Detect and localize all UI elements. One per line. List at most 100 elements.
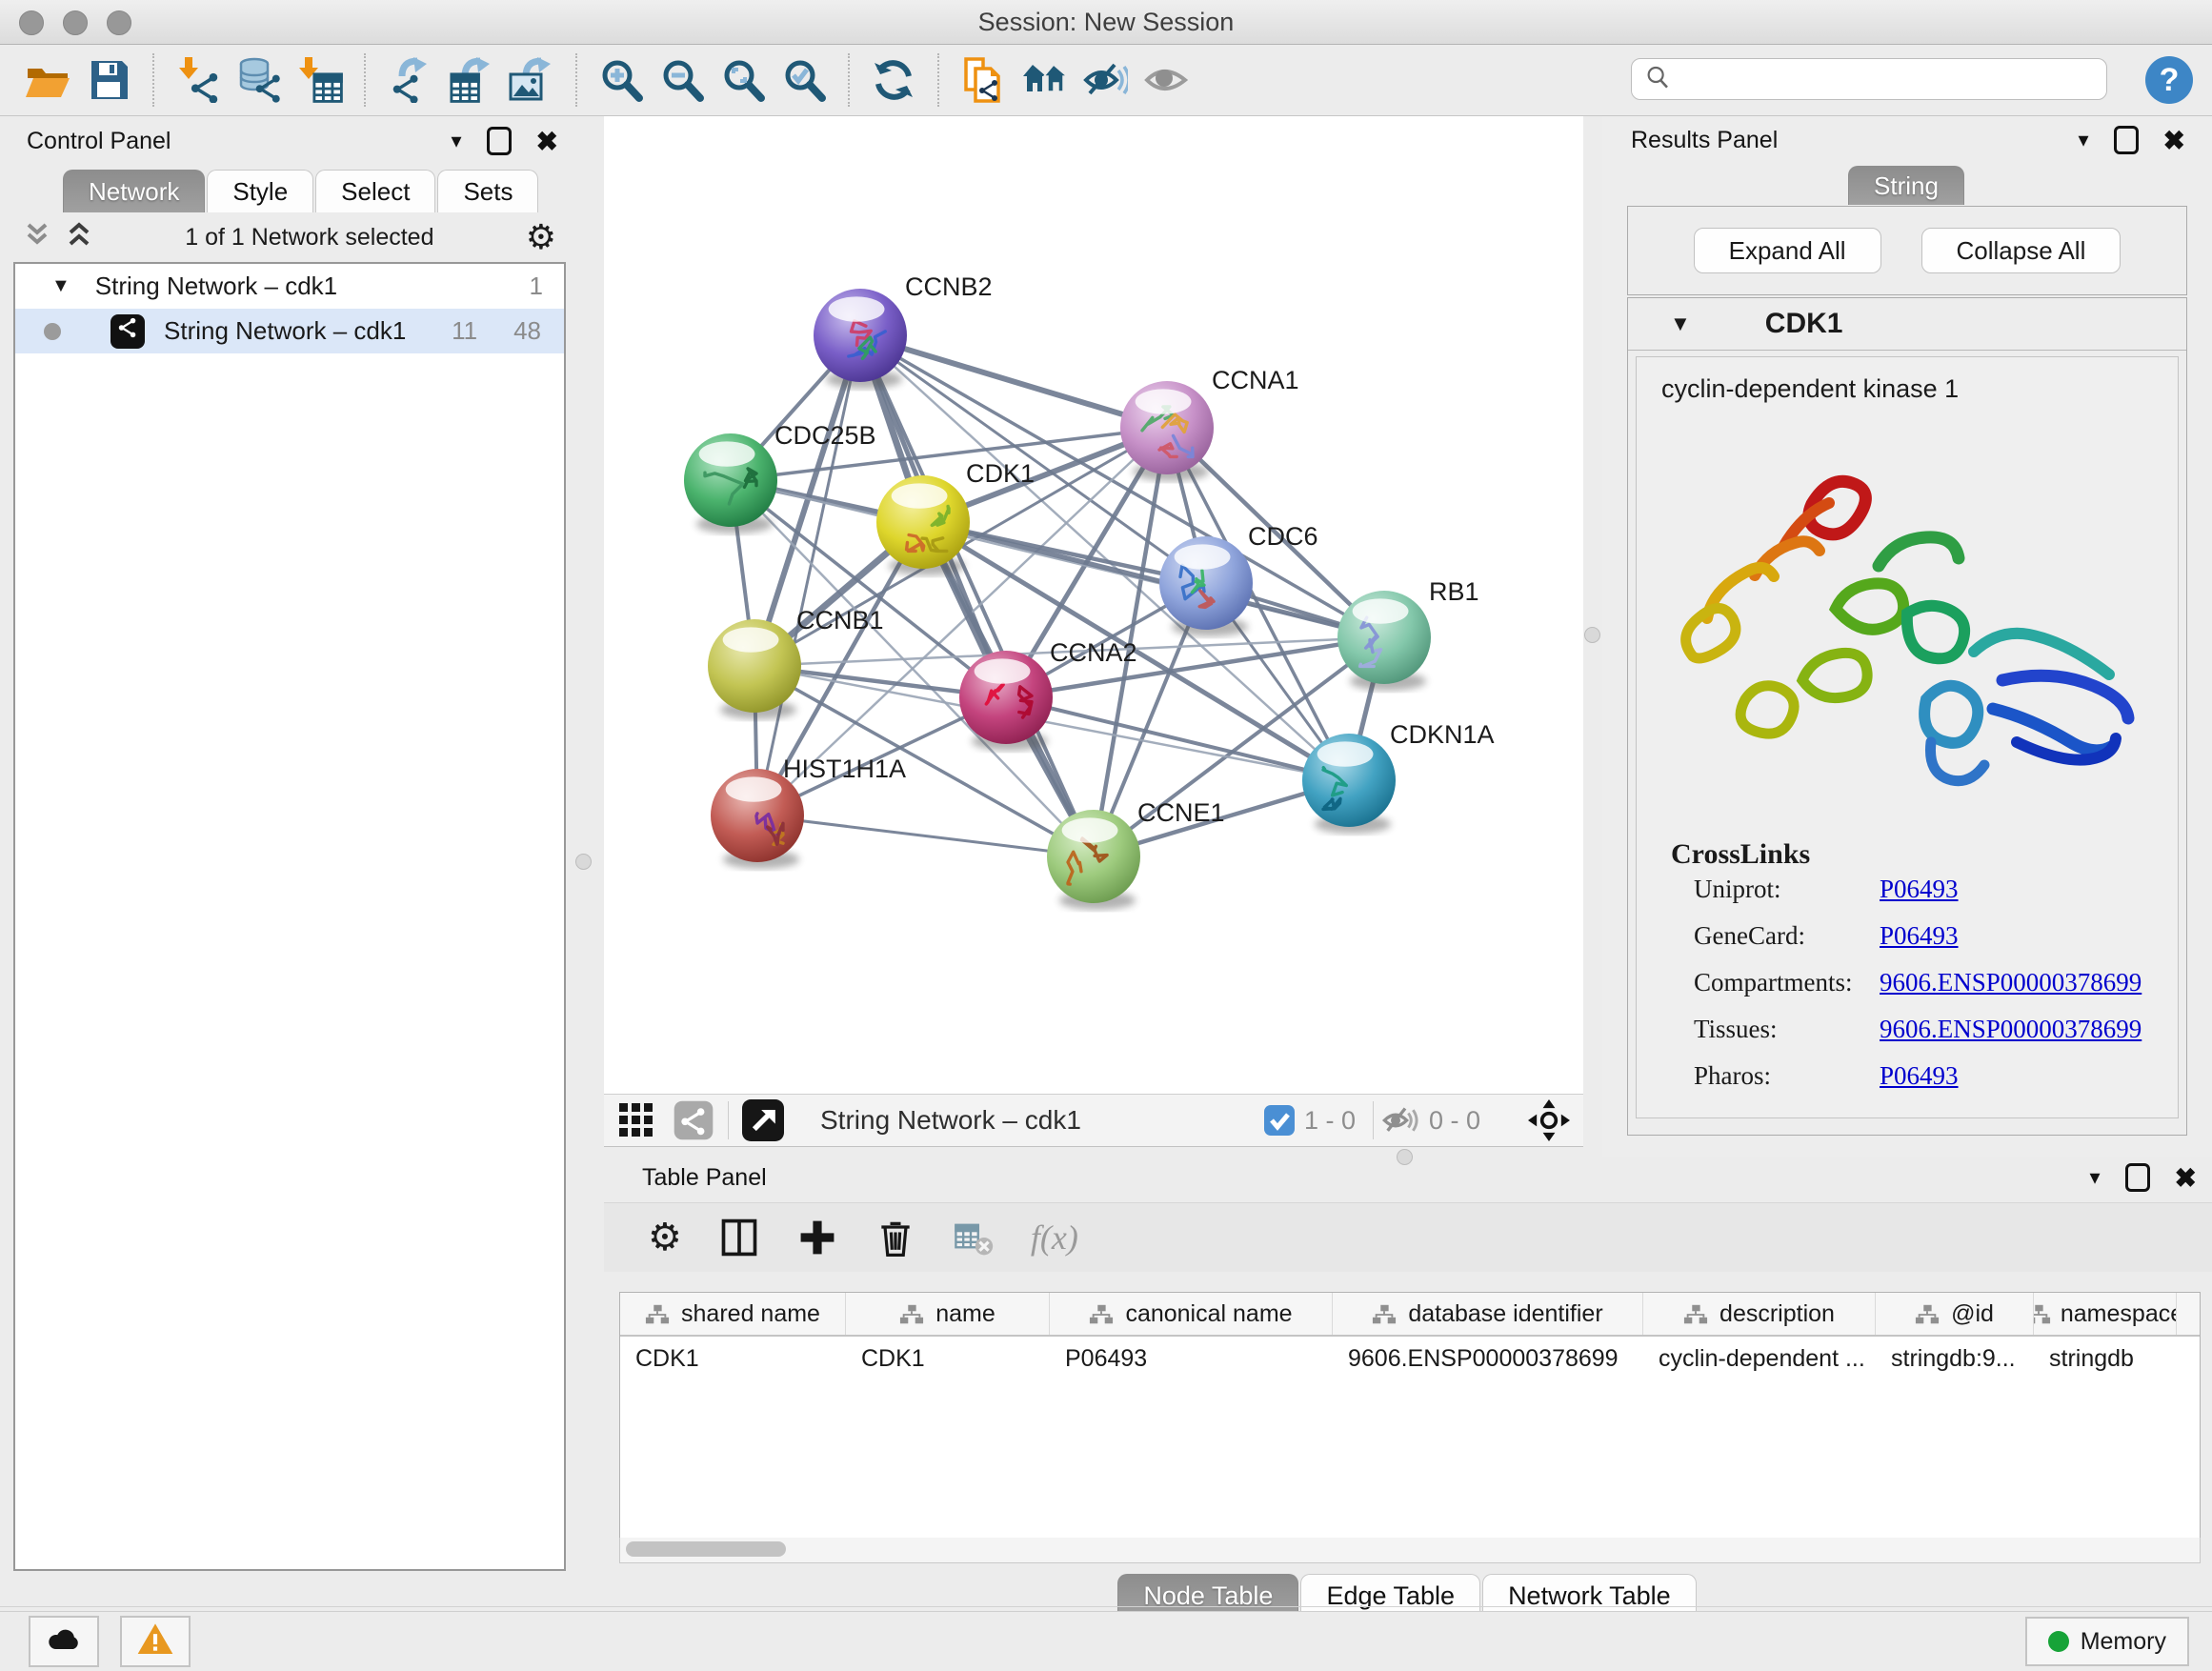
network-node-count: 11 bbox=[452, 316, 477, 346]
collapse-all-networks-icon[interactable] bbox=[65, 220, 93, 255]
table-panel-float-icon[interactable]: ▾ bbox=[2089, 1165, 2100, 1190]
table-panel-maximize-icon[interactable] bbox=[2125, 1163, 2150, 1192]
tab-string[interactable]: String bbox=[1848, 166, 1964, 205]
crosslink-link[interactable]: P06493 bbox=[1880, 921, 1959, 951]
control-panel-close-icon[interactable]: ✖ bbox=[536, 126, 558, 157]
results-panel-close-icon[interactable]: ✖ bbox=[2163, 125, 2185, 156]
import-network-database-button[interactable] bbox=[229, 50, 290, 111]
memory-button[interactable]: Memory bbox=[2025, 1617, 2189, 1666]
table-panel-close-icon[interactable]: ✖ bbox=[2175, 1162, 2197, 1194]
node-details-header[interactable]: ▼ CDK1 bbox=[1628, 298, 2186, 351]
column-header-canonical-name[interactable]: canonical name bbox=[1050, 1293, 1333, 1335]
table-cell[interactable]: stringdb:9... bbox=[1876, 1337, 2034, 1380]
crosslink-link[interactable]: 9606.ENSP00000378699 bbox=[1880, 1015, 2142, 1044]
search-box[interactable] bbox=[1631, 58, 2107, 100]
table-cell[interactable]: 9606.ENSP00000378699 bbox=[1333, 1337, 1643, 1380]
column-header-namespace[interactable]: namespace bbox=[2034, 1293, 2177, 1335]
control-panel-maximize-icon[interactable] bbox=[487, 127, 512, 155]
results-panel-float-icon[interactable]: ▾ bbox=[2078, 128, 2088, 152]
node-label-RB1: RB1 bbox=[1429, 577, 1479, 606]
search-input[interactable] bbox=[1679, 65, 2106, 94]
column-type-icon bbox=[1089, 1302, 1116, 1325]
table-cell[interactable]: stringdb bbox=[2034, 1337, 2177, 1380]
import-table-file-button[interactable] bbox=[290, 50, 351, 111]
detach-view-icon[interactable] bbox=[742, 1099, 784, 1141]
table-cell[interactable]: P06493 bbox=[1050, 1337, 1333, 1380]
selected-checkbox-icon[interactable] bbox=[1264, 1105, 1295, 1136]
control-panel-float-icon[interactable]: ▾ bbox=[451, 129, 461, 153]
crosslink-link[interactable]: P06493 bbox=[1880, 1061, 1959, 1091]
table-cell[interactable]: CDK1 bbox=[846, 1337, 1050, 1380]
table-options-gear-icon[interactable]: ⚙ bbox=[648, 1218, 682, 1257]
right-splitter-handle[interactable] bbox=[1584, 627, 1600, 643]
section-caret-icon[interactable]: ▼ bbox=[1670, 312, 1691, 336]
cloud-status-button[interactable] bbox=[29, 1616, 99, 1667]
network-graph[interactable]: CCNB2CCNA1CDC25BCDK1CDC6RB1CCNB1CCNA2CDK… bbox=[604, 116, 1583, 1094]
zoom-in-button[interactable] bbox=[591, 50, 652, 111]
main-toolbar: ? bbox=[0, 45, 2212, 116]
warnings-button[interactable] bbox=[120, 1616, 191, 1667]
table-cell[interactable]: cyclin-dependent ... bbox=[1643, 1337, 1876, 1380]
first-neighbors-button[interactable] bbox=[1014, 50, 1075, 111]
network-node-CCNB2[interactable] bbox=[814, 289, 907, 382]
collapse-all-button[interactable]: Collapse All bbox=[1921, 228, 2122, 273]
table-cell[interactable]: CDK1 bbox=[620, 1337, 846, 1380]
column-header-name[interactable]: name bbox=[846, 1293, 1050, 1335]
tab-select[interactable]: Select bbox=[315, 170, 435, 212]
show-all-button[interactable] bbox=[1136, 50, 1196, 111]
table-row[interactable]: CDK1CDK1P064939606.ENSP00000378699cyclin… bbox=[620, 1337, 2200, 1380]
export-image-button[interactable] bbox=[501, 50, 562, 111]
network-options-gear-icon[interactable]: ⚙ bbox=[526, 220, 556, 254]
network-node-CDC25B[interactable] bbox=[684, 433, 777, 527]
node-details-box: ▼ CDK1 cyclin-dependent kinase 1 bbox=[1627, 297, 2187, 1136]
network-node-CDC6[interactable] bbox=[1159, 536, 1253, 630]
export-table-button[interactable] bbox=[440, 50, 501, 111]
birds-eye-view-icon[interactable] bbox=[1528, 1099, 1570, 1141]
network-node-CCNA1[interactable] bbox=[1120, 381, 1214, 474]
open-session-button[interactable] bbox=[17, 50, 78, 111]
zoom-fit-button[interactable] bbox=[713, 50, 774, 111]
save-session-button[interactable] bbox=[78, 50, 139, 111]
crosslinks-title: CrossLinks bbox=[1671, 838, 2178, 871]
column-header--id[interactable]: @id bbox=[1876, 1293, 2034, 1335]
crosslink-link[interactable]: 9606.ENSP00000378699 bbox=[1880, 968, 2142, 997]
show-columns-icon[interactable] bbox=[718, 1217, 760, 1258]
zoom-out-button[interactable] bbox=[652, 50, 713, 111]
add-column-icon[interactable] bbox=[796, 1217, 838, 1258]
refresh-layout-button[interactable] bbox=[863, 50, 924, 111]
hide-selected-button[interactable] bbox=[1075, 50, 1136, 111]
network-node-CCNB1[interactable] bbox=[708, 619, 801, 713]
help-button[interactable]: ? bbox=[2145, 56, 2193, 104]
column-header-description[interactable]: description bbox=[1643, 1293, 1876, 1335]
control-panel-tabs: NetworkStyleSelectSets bbox=[13, 170, 566, 212]
column-header-shared-name[interactable]: shared name bbox=[620, 1293, 846, 1335]
duplicate-network-button[interactable] bbox=[953, 50, 1014, 111]
tab-network[interactable]: Network bbox=[63, 170, 205, 212]
network-node-CDK1[interactable] bbox=[876, 475, 970, 569]
network-share-icon[interactable] bbox=[673, 1099, 714, 1141]
scrollbar-thumb[interactable] bbox=[626, 1541, 786, 1557]
grid-view-icon[interactable] bbox=[617, 1101, 655, 1139]
tab-sets[interactable]: Sets bbox=[437, 170, 538, 212]
tree-caret-icon[interactable]: ▼ bbox=[51, 275, 70, 297]
network-node-CCNE1[interactable] bbox=[1047, 810, 1140, 903]
crosslink-link[interactable]: P06493 bbox=[1880, 875, 1959, 904]
tab-style[interactable]: Style bbox=[207, 170, 313, 212]
network-node-CCNA2[interactable] bbox=[959, 651, 1053, 744]
export-network-button[interactable] bbox=[379, 50, 440, 111]
expand-all-networks-icon[interactable] bbox=[23, 220, 51, 255]
column-header-database-identifier[interactable]: database identifier bbox=[1333, 1293, 1643, 1335]
left-splitter-handle[interactable] bbox=[575, 854, 592, 870]
network-collection-row[interactable]: ▼ String Network – cdk1 1 bbox=[15, 264, 564, 309]
hidden-eye-icon[interactable] bbox=[1381, 1101, 1419, 1139]
network-node-RB1[interactable] bbox=[1337, 591, 1431, 684]
delete-column-icon[interactable] bbox=[875, 1217, 916, 1258]
network-view[interactable]: CCNB2CCNA1CDC25BCDK1CDC6RB1CCNB1CCNA2CDK… bbox=[604, 116, 1583, 1094]
import-network-file-button[interactable] bbox=[168, 50, 229, 111]
table-horizontal-scrollbar[interactable] bbox=[619, 1538, 2201, 1563]
zoom-selected-button[interactable] bbox=[774, 50, 835, 111]
network-node-CDKN1A[interactable] bbox=[1302, 734, 1396, 827]
expand-all-button[interactable]: Expand All bbox=[1694, 228, 1881, 273]
network-row[interactable]: String Network – cdk1 11 48 bbox=[15, 309, 564, 353]
results-panel-maximize-icon[interactable] bbox=[2114, 126, 2139, 154]
